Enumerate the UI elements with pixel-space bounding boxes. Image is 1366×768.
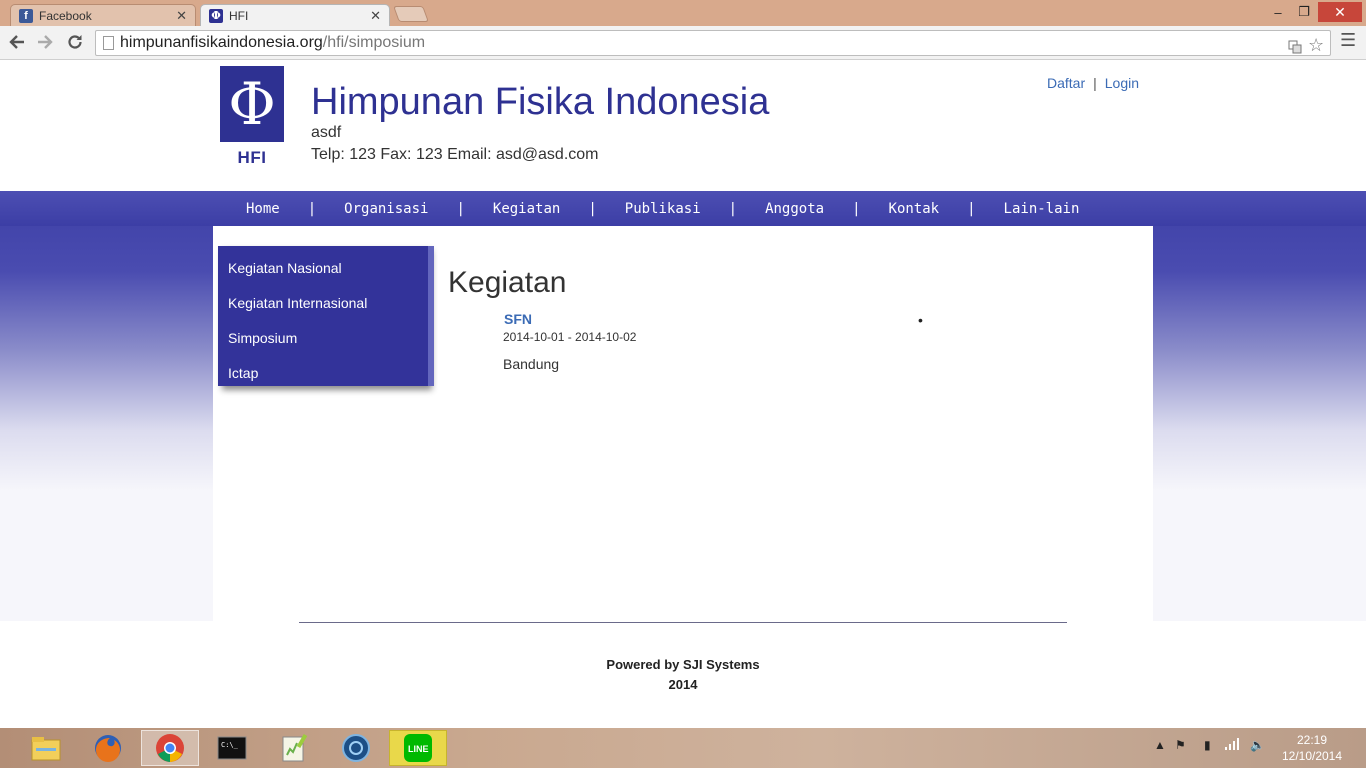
nav-item-publikasi[interactable]: Publikasi [625,201,701,217]
footer-divider [299,622,1067,623]
action-center-icon[interactable]: ⚑ [1175,738,1186,752]
app-icon[interactable] [327,730,385,766]
login-link[interactable]: Login [1105,75,1139,91]
site-footer: Powered by SJI Systems 2014 [0,655,1366,695]
nav-item-lain-lain[interactable]: Lain-lain [1004,201,1080,217]
bookmark-star-icon[interactable]: ☆ [1308,33,1324,57]
show-hidden-icons-icon[interactable]: ▲ [1154,738,1166,752]
facebook-icon: f [19,8,33,23]
browser-toolbar: himpunanfisikaindonesia.org/hfi/simposiu… [0,26,1366,60]
windows-taskbar: C:\_ LINE ▲ ⚑ ▮ 🔈 22:19 12/10/2014 [0,728,1366,768]
tab-close-icon[interactable]: ✕ [370,8,381,24]
reload-icon[interactable] [64,31,86,53]
minimize-button[interactable]: ‒ [1268,2,1288,22]
list-bullet: • [918,312,923,328]
web-page: Φ HFI Himpunan Fisika Indonesia asdf Tel… [0,61,1366,728]
site-subtitle: asdf [311,124,342,141]
auth-separator: | [1093,75,1097,91]
nav-separator: | [728,200,738,217]
logo-text: HFI [237,148,267,167]
back-icon[interactable] [6,31,28,53]
url-path: /hfi/simposium [322,34,426,51]
tab-hfi[interactable]: Φ HFI ✕ [200,4,390,26]
hfi-favicon: Φ [209,8,223,23]
file-explorer-icon[interactable] [17,730,75,766]
nav-item-home[interactable]: Home [246,201,280,217]
nav-separator: | [307,200,317,217]
page-heading: Kegiatan [448,266,567,299]
browser-titlebar: f Facebook ✕ Φ HFI ✕ ‒ ❐ ✕ [0,0,1366,26]
logo-phi-symbol: Φ [220,66,284,142]
side-item-kegiatan-nasional[interactable]: Kegiatan Nasional [218,252,428,287]
maximize-button[interactable]: ❐ [1294,2,1314,22]
address-bar[interactable]: himpunanfisikaindonesia.org/hfi/simposiu… [95,30,1331,56]
svg-text:C:\_: C:\_ [221,741,239,749]
event-location: Bandung [503,356,560,372]
register-link[interactable]: Daftar [1047,75,1085,91]
event-title-link[interactable]: SFN [504,311,532,327]
nav-item-kegiatan[interactable]: Kegiatan [493,201,560,217]
menu-icon[interactable]: ☰ [1340,30,1356,51]
side-item-simposium[interactable]: Simposium [218,322,428,357]
clock-date: 12/10/2014 [1281,749,1343,763]
url-host: himpunanfisikaindonesia.org [120,34,323,51]
svg-text:LINE: LINE [408,744,429,754]
nav-separator: | [852,200,861,217]
firefox-icon[interactable] [79,730,137,766]
tab-facebook[interactable]: f Facebook ✕ [10,4,196,26]
side-item-kegiatan-internasional[interactable]: Kegiatan Internasional [218,287,428,322]
nav-separator: | [967,200,976,217]
site-header: Φ HFI Himpunan Fisika Indonesia asdf Tel… [0,61,1366,191]
side-item-ictap[interactable]: Ictap [218,357,428,392]
footer-powered-by: Powered by SJI Systems [606,657,760,672]
site-title: Himpunan Fisika Indonesia [311,81,770,123]
main-nav: Home | Organisasi | Kegiatan | Publikasi… [0,191,1366,226]
footer-year: 2014 [668,677,698,692]
notepad-plus-plus-icon[interactable] [265,730,323,766]
tab-label: HFI [229,8,249,23]
site-contact: Telp: 123 Fax: 123 Email: asd@asd.com [311,146,599,163]
nav-separator: | [588,200,597,217]
battery-icon[interactable]: ▮ [1204,738,1211,752]
clock-time: 22:19 [1296,733,1328,747]
network-signal-icon[interactable] [1224,738,1240,753]
page-icon [103,36,114,50]
nav-separator: | [456,200,465,217]
close-window-button[interactable]: ✕ [1318,2,1362,22]
side-menu: Kegiatan Nasional Kegiatan Internasional… [218,246,434,386]
command-prompt-icon[interactable]: C:\_ [203,730,261,766]
new-tab-button[interactable] [393,6,429,22]
line-icon[interactable]: LINE [389,730,447,766]
nav-item-organisasi[interactable]: Organisasi [344,201,428,217]
event-dates: 2014-10-01 - 2014-10-02 [503,330,637,344]
content-panel: Kegiatan Nasional Kegiatan Internasional… [213,226,1153,622]
translate-icon[interactable] [1288,37,1302,61]
auth-links: Daftar | Login [1047,75,1139,91]
hfi-logo[interactable]: Φ HFI [220,66,284,174]
volume-icon[interactable]: 🔈 [1250,738,1265,752]
forward-icon[interactable] [34,31,56,53]
nav-item-kontak[interactable]: Kontak [889,201,940,217]
nav-item-anggota[interactable]: Anggota [765,201,824,217]
tab-label: Facebook [39,8,92,23]
tab-close-icon[interactable]: ✕ [176,8,187,24]
system-clock[interactable]: 22:19 12/10/2014 [1280,732,1344,764]
chrome-icon[interactable] [141,730,199,766]
